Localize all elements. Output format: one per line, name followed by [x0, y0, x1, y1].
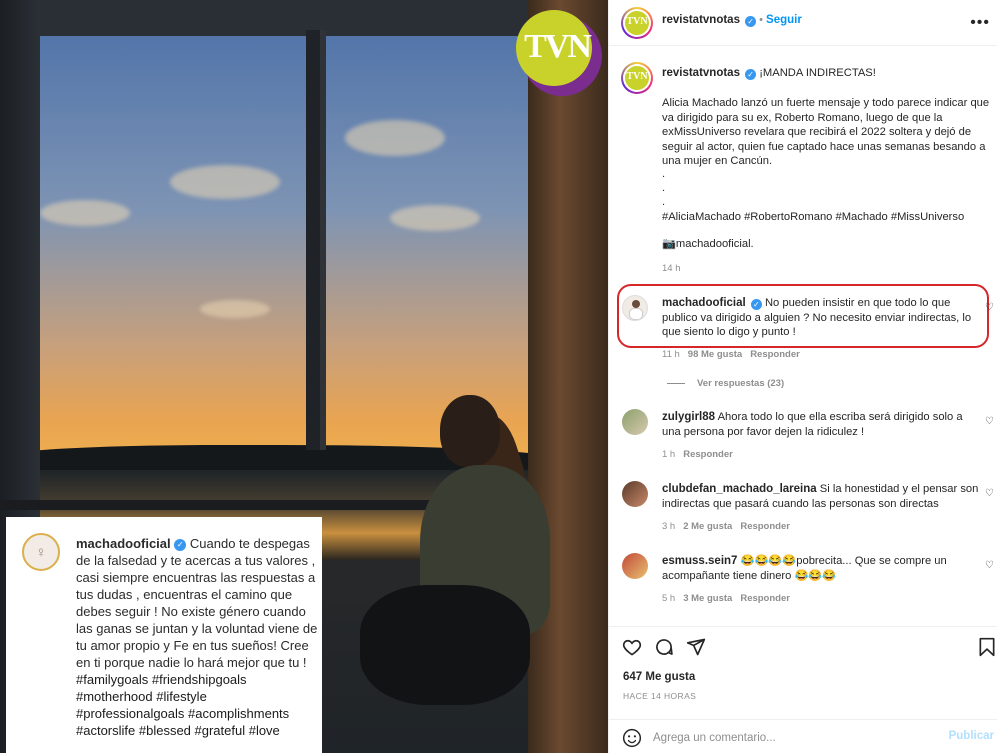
comment-meta: 11 h 98 Me gusta Responder — [662, 349, 800, 360]
comment-meta: 3 h 2 Me gusta Responder — [662, 521, 790, 532]
comment-meta: 1 h Responder — [662, 449, 733, 460]
avatar[interactable]: TVN — [621, 7, 653, 39]
post-timestamp: HACE 14 HORAS — [623, 691, 697, 701]
cloud-shape — [200, 300, 270, 318]
heart-icon[interactable] — [622, 637, 642, 657]
username-link[interactable]: revistatvnotas — [662, 14, 740, 26]
comment-time[interactable]: 3 h — [662, 521, 675, 532]
avatar[interactable] — [622, 295, 648, 321]
comment-username[interactable]: machadooficial — [662, 297, 746, 309]
comment-form: Publicar — [609, 719, 997, 753]
caption-body: Alicia Machado lanzó un fuerte mensaje y… — [662, 97, 990, 167]
avatar: ♀ — [22, 533, 60, 571]
window-frame — [306, 30, 320, 450]
likes-count[interactable]: 647 Me gusta — [623, 671, 695, 683]
cloud-shape — [390, 205, 480, 231]
view-replies-button[interactable]: Ver respuestas (23) — [697, 378, 784, 389]
avatar[interactable] — [622, 481, 648, 507]
comment-username[interactable]: clubdefan_machado_lareina — [662, 483, 817, 495]
avatar[interactable] — [622, 553, 648, 579]
reply-button[interactable]: Responder — [750, 349, 800, 360]
cloud-shape — [170, 165, 280, 199]
comment-icon[interactable] — [654, 637, 674, 657]
comment-meta: 5 h 3 Me gusta Responder — [662, 593, 790, 604]
avatar[interactable]: TVN — [621, 62, 653, 94]
comment-input[interactable] — [653, 728, 933, 748]
avatar[interactable] — [622, 409, 648, 435]
post-panel: TVN revistatvnotas ✓ • Seguir ••• TVN re… — [608, 0, 997, 753]
caption-time[interactable]: 14 h — [662, 263, 681, 274]
window-frame — [320, 30, 326, 450]
comment-likes[interactable]: 2 Me gusta — [683, 521, 732, 532]
bookmark-icon[interactable] — [977, 637, 997, 657]
tvn-logo-text: TVN — [524, 28, 592, 65]
embedded-caption: Cuando te despegas de la falsedad y te a… — [76, 536, 318, 670]
verified-icon: ✓ — [745, 16, 757, 27]
share-icon[interactable] — [686, 637, 706, 657]
caption-dot: . — [662, 196, 666, 208]
comment-like-icon[interactable]: ♡ — [985, 416, 995, 427]
header-user: revistatvnotas ✓ • Seguir — [662, 14, 802, 27]
reply-button[interactable]: Responder — [740, 593, 790, 604]
comment-likes[interactable]: 3 Me gusta — [683, 593, 732, 604]
caption-title: ¡MANDA INDIRECTAS! — [759, 67, 876, 79]
caption-dot: . — [662, 168, 666, 180]
comment-like-icon[interactable]: ♡ — [985, 488, 995, 499]
reply-button[interactable]: Responder — [683, 449, 733, 460]
embedded-post-text: machadooficial ✓ Cuando te despegas de l… — [76, 535, 318, 739]
comment-text: esmuss.sein7 😂😂😂😂pobrecita... Que se com… — [662, 554, 980, 583]
replies-line — [667, 383, 685, 384]
comment-likes[interactable]: 98 Me gusta — [688, 349, 742, 360]
caption-hashtags[interactable]: #AliciaMachado #RobertoRomano #Machado #… — [662, 210, 990, 225]
verified-icon: ✓ — [745, 69, 757, 80]
emoji-icon[interactable] — [622, 728, 642, 748]
comment-text: machadooficial ✓ No pueden insistir en q… — [662, 296, 980, 340]
comment-username[interactable]: zulygirl88 — [662, 411, 715, 423]
post-image[interactable]: TVN ♀ machadooficial ✓ Cuando te despega… — [0, 0, 608, 753]
person-silhouette — [360, 395, 550, 753]
embedded-post-screenshot: ♀ machadooficial ✓ Cuando te despegas de… — [6, 517, 322, 753]
caption-credit: 📷machadooficial. — [662, 238, 754, 250]
embedded-hashtags: #familygoals #friendshipgoals #motherhoo… — [76, 672, 290, 738]
embedded-username: machadooficial — [76, 536, 171, 551]
cloud-shape — [345, 120, 445, 156]
reply-button[interactable]: Responder — [740, 521, 790, 532]
comment-like-icon[interactable]: ♡ — [985, 302, 995, 313]
publish-button[interactable]: Publicar — [949, 730, 994, 742]
comment-time[interactable]: 1 h — [662, 449, 675, 460]
comment-like-icon[interactable]: ♡ — [985, 560, 995, 571]
comment-time[interactable]: 11 h — [662, 349, 680, 360]
comment-text: zulygirl88 Ahora todo lo que ella escrib… — [662, 410, 980, 439]
verified-icon: ✓ — [174, 538, 187, 551]
comment-time[interactable]: 5 h — [662, 593, 675, 604]
comment-text: clubdefan_machado_lareina Si la honestid… — [662, 482, 980, 511]
username-link[interactable]: revistatvnotas — [662, 67, 740, 79]
caption-title-line: revistatvnotas ✓ ¡MANDA INDIRECTAS! — [662, 66, 990, 81]
verified-icon: ✓ — [750, 299, 762, 310]
more-options-icon[interactable]: ••• — [970, 14, 990, 32]
follow-button[interactable]: Seguir — [766, 14, 802, 26]
cloud-shape — [40, 200, 130, 226]
separator-dot: • — [759, 14, 767, 26]
caption-dot: . — [662, 182, 666, 194]
tvn-logo: TVN — [516, 10, 602, 96]
comment-username[interactable]: esmuss.sein7 — [662, 555, 737, 567]
action-bar: 647 Me gusta HACE 14 HORAS Publicar — [609, 626, 997, 753]
post-header: TVN revistatvnotas ✓ • Seguir ••• — [609, 0, 997, 46]
